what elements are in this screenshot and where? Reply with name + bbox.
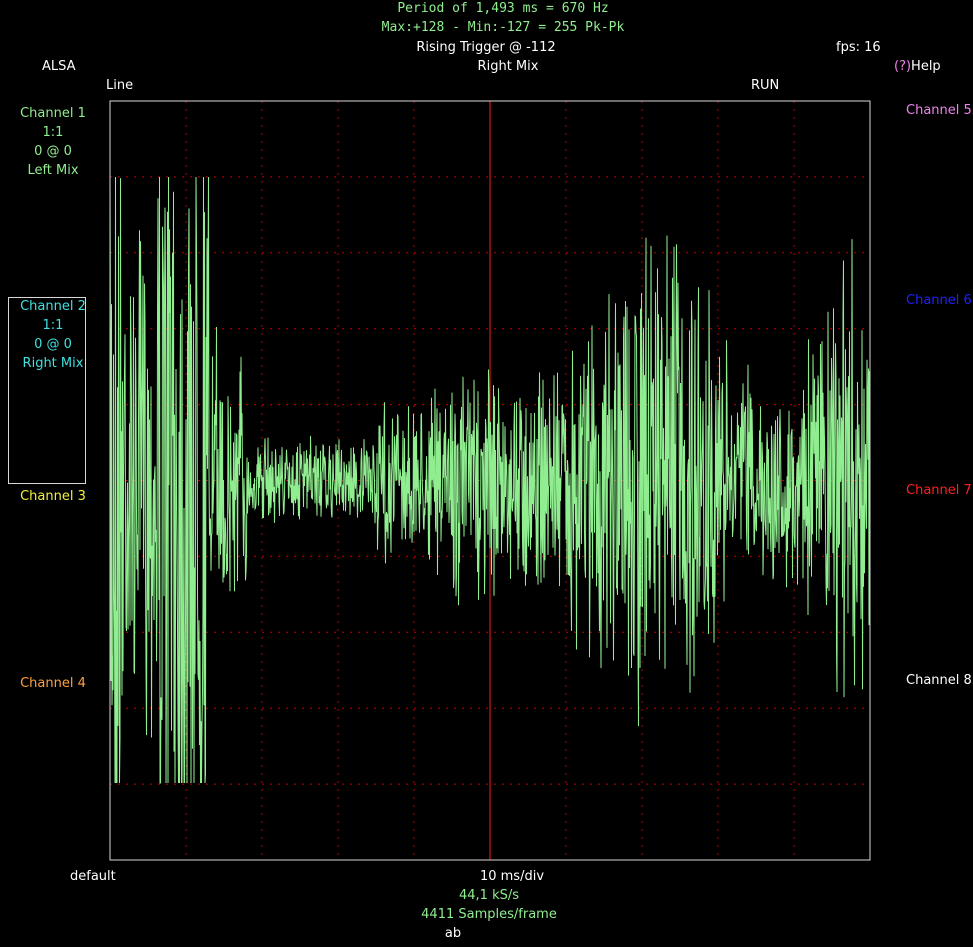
mode-label[interactable]: ab	[445, 926, 461, 942]
sample-rate-label: 44,1 kS/s	[458, 888, 520, 903]
preset-label[interactable]: default	[70, 869, 116, 885]
samples-per-frame-label: 4411 Samples/frame	[421, 907, 557, 922]
timebase-label[interactable]: 10 ms/div	[480, 869, 544, 885]
oscilloscope-display[interactable]	[0, 0, 973, 947]
